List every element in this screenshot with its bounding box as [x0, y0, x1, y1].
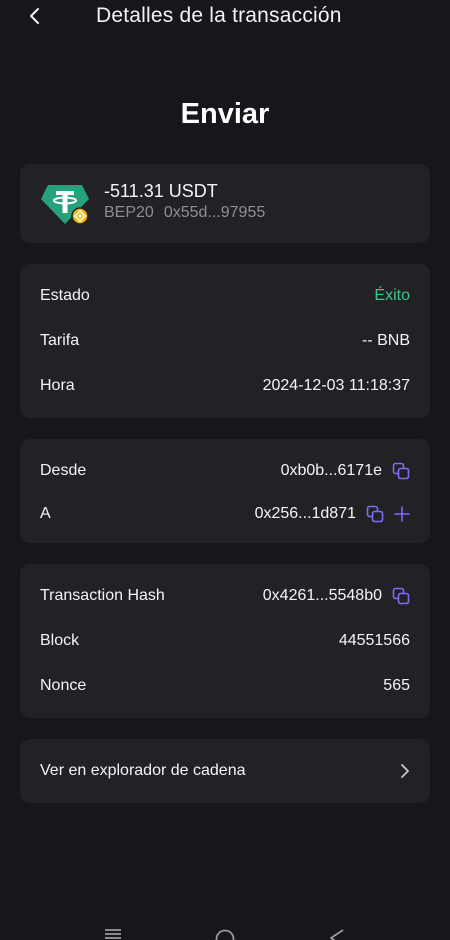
- time-value: 2024-12-03 11:18:37: [262, 377, 410, 394]
- copy-hash-button[interactable]: [392, 587, 410, 605]
- to-row: A 0x256...1d871: [40, 502, 410, 526]
- explorer-label: Ver en explorador de cadena: [40, 762, 246, 779]
- back-triangle-icon[interactable]: [328, 928, 346, 940]
- block-value: 44551566: [338, 632, 410, 649]
- add-contact-button[interactable]: [394, 506, 410, 522]
- hash-value: 0x4261...5548b0: [262, 587, 382, 604]
- asset-network-line: BEP20 0x55d...97955: [104, 204, 265, 222]
- tether-usdt-icon: [41, 185, 89, 225]
- home-circle-icon[interactable]: [214, 928, 236, 940]
- copy-icon: [392, 462, 410, 480]
- transaction-amount: -511.31 USDT: [104, 181, 218, 201]
- time-label: Hora: [40, 377, 75, 394]
- nonce-label: Nonce: [40, 677, 87, 694]
- status-value: Éxito: [374, 287, 410, 304]
- block-row: Block 44551566: [40, 629, 410, 653]
- transaction-details-card: Transaction Hash 0x4261...5548b0 Block 4…: [20, 564, 430, 718]
- hash-row: Transaction Hash 0x4261...5548b0: [40, 584, 410, 608]
- from-value-group: 0xb0b...6171e: [281, 462, 410, 480]
- system-nav-bar: [0, 924, 450, 940]
- explorer-row: Ver en explorador de cadena: [40, 759, 410, 783]
- time-row: Hora 2024-12-03 11:18:37: [40, 374, 410, 398]
- back-button[interactable]: [22, 2, 48, 30]
- nonce-row: Nonce 565: [40, 674, 410, 698]
- hash-value-group: 0x4261...5548b0: [263, 587, 410, 605]
- hash-label: Transaction Hash: [40, 587, 165, 604]
- fee-value: -- BNB: [362, 332, 410, 349]
- contract-address: 0x55d...97955: [163, 204, 266, 221]
- copy-icon: [366, 505, 384, 523]
- copy-from-button[interactable]: [392, 462, 410, 480]
- network-name: BEP20: [104, 204, 154, 221]
- block-label: Block: [40, 632, 80, 649]
- chevron-right-icon: [401, 764, 409, 778]
- to-address: 0x256...1d871: [254, 505, 356, 522]
- copy-to-button[interactable]: [366, 505, 384, 523]
- copy-icon: [392, 587, 410, 605]
- chevron-left-icon: [30, 8, 39, 24]
- fee-row: Tarifa -- BNB: [40, 329, 410, 353]
- status-label: Estado: [40, 287, 90, 304]
- header-title: Detalles de la transacción: [96, 4, 342, 27]
- plus-icon: [394, 506, 410, 522]
- from-address: 0xb0b...6171e: [280, 462, 382, 479]
- asset-card: -511.31 USDT BEP20 0x55d...97955: [20, 164, 430, 243]
- page-title: Enviar: [180, 98, 270, 130]
- status-row: Estado Éxito: [40, 284, 410, 308]
- addresses-card: Desde 0xb0b...6171e A 0x256...1d871: [20, 439, 430, 543]
- menu-icon[interactable]: [104, 928, 122, 940]
- from-label: Desde: [40, 462, 87, 479]
- from-row: Desde 0xb0b...6171e: [40, 459, 410, 483]
- app-header: Detalles de la transacción: [0, 0, 450, 34]
- status-card: Estado Éxito Tarifa -- BNB Hora 2024-12-…: [20, 264, 430, 418]
- to-value-group: 0x256...1d871: [255, 505, 410, 523]
- to-label: A: [40, 505, 51, 522]
- bnb-chain-badge-icon: [71, 207, 89, 225]
- view-in-explorer-button[interactable]: Ver en explorador de cadena: [20, 739, 430, 803]
- nonce-value: 565: [383, 677, 410, 694]
- fee-label: Tarifa: [40, 332, 80, 349]
